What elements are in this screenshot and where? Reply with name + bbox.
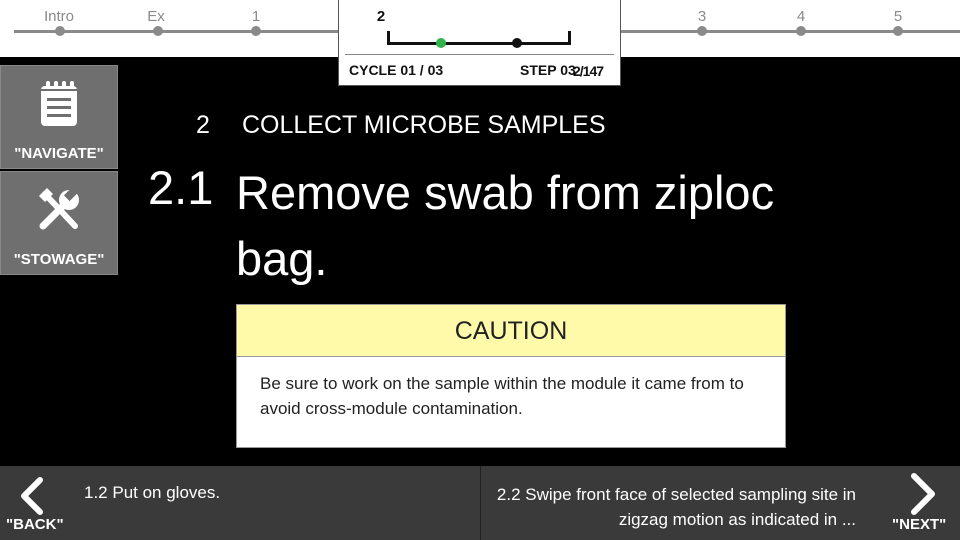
tools-icon [39, 186, 79, 230]
back-button[interactable]: "BACK" [6, 516, 64, 533]
navigate-label: "NAVIGATE" [14, 145, 104, 162]
step-title: Remove swab from ziploc bag. [236, 166, 775, 285]
next-button[interactable]: "NEXT" [892, 516, 946, 533]
stage-3-dot[interactable] [697, 26, 707, 36]
previous-step-text[interactable]: 1.2 Put on gloves. [84, 483, 220, 503]
caution-box: CAUTION Be sure to work on the sample wi… [236, 304, 786, 448]
stage-5-label[interactable]: 5 [894, 8, 902, 25]
section-title: COLLECT MICROBE SAMPLES [242, 111, 606, 139]
completed-substep-dot[interactable] [436, 38, 446, 48]
stage-intro-dot[interactable] [55, 26, 65, 36]
divider [480, 466, 481, 540]
current-stage-label: 2 [376, 8, 386, 25]
step-counter-overlay: 2/147 [573, 63, 604, 79]
progress-track [621, 30, 960, 33]
stowage-button[interactable]: "STOWAGE" [0, 171, 118, 275]
cycle-counter: CYCLE 01 / 03 [349, 62, 444, 78]
substep-track [387, 31, 571, 45]
navigate-button[interactable]: "NAVIGATE" [0, 65, 118, 169]
stage-4-label[interactable]: 4 [797, 8, 805, 25]
section-number: 2 [196, 111, 210, 139]
next-step-text[interactable]: 2.2 Swipe front face of selected samplin… [496, 482, 856, 532]
chevron-right-icon[interactable] [906, 472, 940, 516]
step-number: 2.1 [148, 161, 214, 214]
notepad-icon [41, 81, 77, 126]
stage-ex-label[interactable]: Ex [147, 8, 165, 25]
stage-3-label[interactable]: 3 [698, 8, 706, 25]
stage-intro-label[interactable]: Intro [44, 8, 74, 25]
stage-4-dot[interactable] [796, 26, 806, 36]
step-counter: STEP 03 [520, 62, 576, 78]
stage-5-dot[interactable] [893, 26, 903, 36]
current-stage-panel: 2 CYCLE 01 / 03 STEP 03 2/147 [338, 0, 621, 86]
caution-text: Be sure to work on the sample within the… [260, 374, 744, 418]
stage-1-label[interactable]: 1 [252, 8, 260, 25]
caution-heading: CAUTION [237, 305, 785, 357]
divider [345, 54, 614, 55]
step-navigation-bar: "BACK" 1.2 Put on gloves. 2.2 Swipe fron… [0, 466, 960, 540]
stage-ex-dot[interactable] [153, 26, 163, 36]
current-substep-dot[interactable] [512, 38, 522, 48]
chevron-left-icon[interactable] [14, 476, 48, 516]
stage-1-dot[interactable] [251, 26, 261, 36]
stowage-label: "STOWAGE" [13, 251, 105, 268]
